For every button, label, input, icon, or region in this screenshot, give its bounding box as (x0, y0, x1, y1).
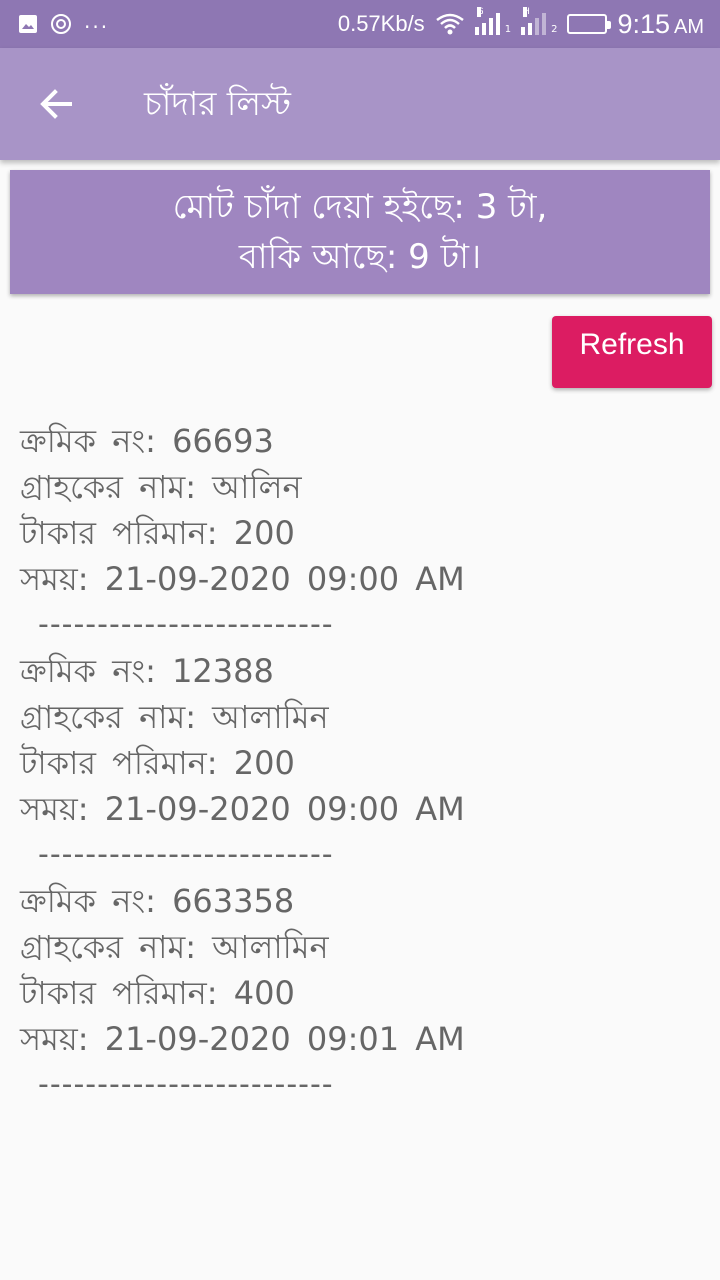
list-item: ক্রমিক নং: 663358 গ্রাহকের নাম: আলামিন ট… (20, 878, 700, 1108)
separator: ------------------------- (38, 837, 334, 872)
clock: 9:15 AM (617, 8, 704, 39)
payment-list: ক্রমিক নং: 66693 গ্রাহকের নাম: আলিন টাকা… (20, 418, 700, 1108)
app-bar: চাঁদার লিস্ট (0, 48, 720, 160)
image-notification-icon (18, 14, 38, 34)
summary-banner: মোট চাঁদা দেয়া হইছে: 3 টা, বাকি আছে: 9 … (10, 170, 710, 294)
serial-number: ক্রমিক নং: 66693 (20, 422, 274, 460)
list-item: ক্রমিক নং: 66693 গ্রাহকের নাম: আলিন টাকা… (20, 418, 700, 648)
app-notification-icon (50, 13, 72, 35)
customer-name: গ্রাহকের নাম: আলিন (20, 468, 302, 506)
more-notifications-icon: ... (84, 9, 110, 33)
summary-line-remaining: বাকি আছে: 9 টা। (238, 237, 482, 277)
back-arrow-icon (40, 89, 72, 119)
back-button[interactable] (36, 84, 76, 124)
status-bar: ... 0.57Kb/s G 1 H 2 9:15 AM (0, 0, 720, 48)
refresh-button[interactable]: Refresh (552, 316, 712, 388)
serial-number: ক্রমিক নং: 12388 (20, 652, 274, 690)
wifi-icon (435, 12, 465, 36)
serial-number: ক্রমিক নং: 663358 (20, 882, 295, 920)
page-title: চাঁদার লিস্ট (144, 84, 291, 123)
separator: ------------------------- (38, 1067, 334, 1102)
list-item: ক্রমিক নং: 12388 গ্রাহকের নাম: আলামিন টা… (20, 648, 700, 878)
signal-2-tag: H (523, 7, 530, 17)
amount: টাকার পরিমান: 200 (20, 514, 295, 552)
timestamp: সময়: 21-09-2020 09:00 AM (20, 790, 465, 828)
amount: টাকার পরিমান: 400 (20, 974, 295, 1012)
timestamp: সময়: 21-09-2020 09:01 AM (20, 1020, 465, 1058)
summary-line-given: মোট চাঁদা দেয়া হইছে: 3 টা, (172, 187, 548, 227)
signal-2-icon: H 2 (521, 7, 558, 35)
network-speed: 0.57Kb/s (337, 11, 425, 36)
signal-1-sub: 1 (504, 24, 512, 35)
battery-icon (567, 14, 612, 34)
amount: টাকার পরিমান: 200 (20, 744, 295, 782)
timestamp: সময়: 21-09-2020 09:00 AM (20, 560, 465, 598)
signal-2-sub: 2 (551, 24, 558, 35)
customer-name: গ্রাহকের নাম: আলামিন (20, 698, 329, 736)
signal-1-icon: G 1 (474, 7, 512, 35)
customer-name: গ্রাহকের নাম: আলামিন (20, 928, 329, 966)
separator: ------------------------- (38, 607, 334, 642)
signal-1-tag: G (476, 7, 484, 17)
